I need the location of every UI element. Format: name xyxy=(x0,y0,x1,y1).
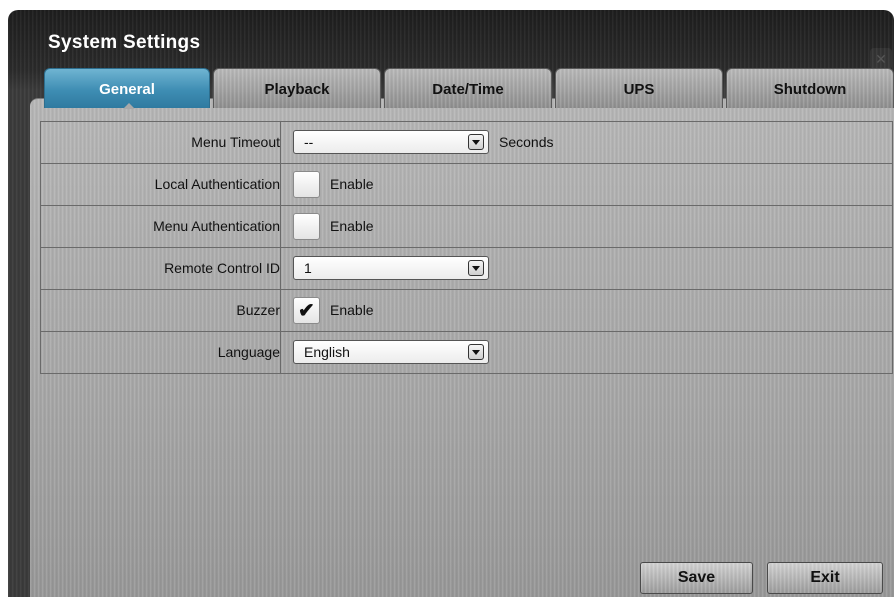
remote-control-id-select[interactable]: 1 xyxy=(293,256,489,280)
settings-window: System Settings ✕ Menu Timeout -- Second… xyxy=(8,10,894,597)
row-buzzer: Buzzer ✔ Enable xyxy=(41,290,892,332)
menu-timeout-unit: Seconds xyxy=(499,134,554,150)
chevron-down-icon[interactable] xyxy=(468,260,484,276)
close-icon[interactable]: ✕ xyxy=(870,48,892,70)
tab-shutdown[interactable]: Shutdown xyxy=(726,68,894,108)
tab-ups[interactable]: UPS xyxy=(555,68,723,108)
menu-authentication-option: Enable xyxy=(330,218,374,234)
local-authentication-checkbox[interactable] xyxy=(293,171,320,198)
row-local-authentication: Local Authentication Enable xyxy=(41,164,892,206)
menu-timeout-selected: -- xyxy=(304,134,314,150)
settings-panel: Menu Timeout -- Seconds Local Authentica… xyxy=(30,98,894,597)
save-button[interactable]: Save xyxy=(640,562,753,594)
row-language: Language English xyxy=(41,332,892,374)
row-menu-authentication: Menu Authentication Enable xyxy=(41,206,892,248)
buzzer-option: Enable xyxy=(330,302,374,318)
menu-timeout-label: Menu Timeout xyxy=(41,122,281,163)
language-label: Language xyxy=(41,332,281,373)
tab-bar: General Playback Date/Time UPS Shutdown xyxy=(44,68,894,109)
menu-authentication-checkbox[interactable] xyxy=(293,213,320,240)
menu-timeout-select[interactable]: -- xyxy=(293,130,489,154)
language-selected: English xyxy=(304,344,350,360)
settings-grid: Menu Timeout -- Seconds Local Authentica… xyxy=(40,121,893,374)
local-authentication-option: Enable xyxy=(330,176,374,192)
remote-control-id-selected: 1 xyxy=(304,260,312,276)
tab-playback[interactable]: Playback xyxy=(213,68,381,108)
remote-control-id-label: Remote Control ID xyxy=(41,248,281,289)
chevron-down-icon[interactable] xyxy=(468,134,484,150)
chevron-down-icon[interactable] xyxy=(468,344,484,360)
row-remote-control-id: Remote Control ID 1 xyxy=(41,248,892,290)
menu-authentication-label: Menu Authentication xyxy=(41,206,281,247)
tab-general[interactable]: General xyxy=(44,68,210,109)
local-authentication-label: Local Authentication xyxy=(41,164,281,205)
tab-date-time[interactable]: Date/Time xyxy=(384,68,552,108)
checkmark-icon: ✔ xyxy=(298,300,315,322)
window-title: System Settings xyxy=(48,32,201,53)
exit-button[interactable]: Exit xyxy=(767,562,883,594)
row-menu-timeout: Menu Timeout -- Seconds xyxy=(41,122,892,164)
buzzer-label: Buzzer xyxy=(41,290,281,331)
buzzer-checkbox[interactable]: ✔ xyxy=(293,297,320,324)
language-select[interactable]: English xyxy=(293,340,489,364)
